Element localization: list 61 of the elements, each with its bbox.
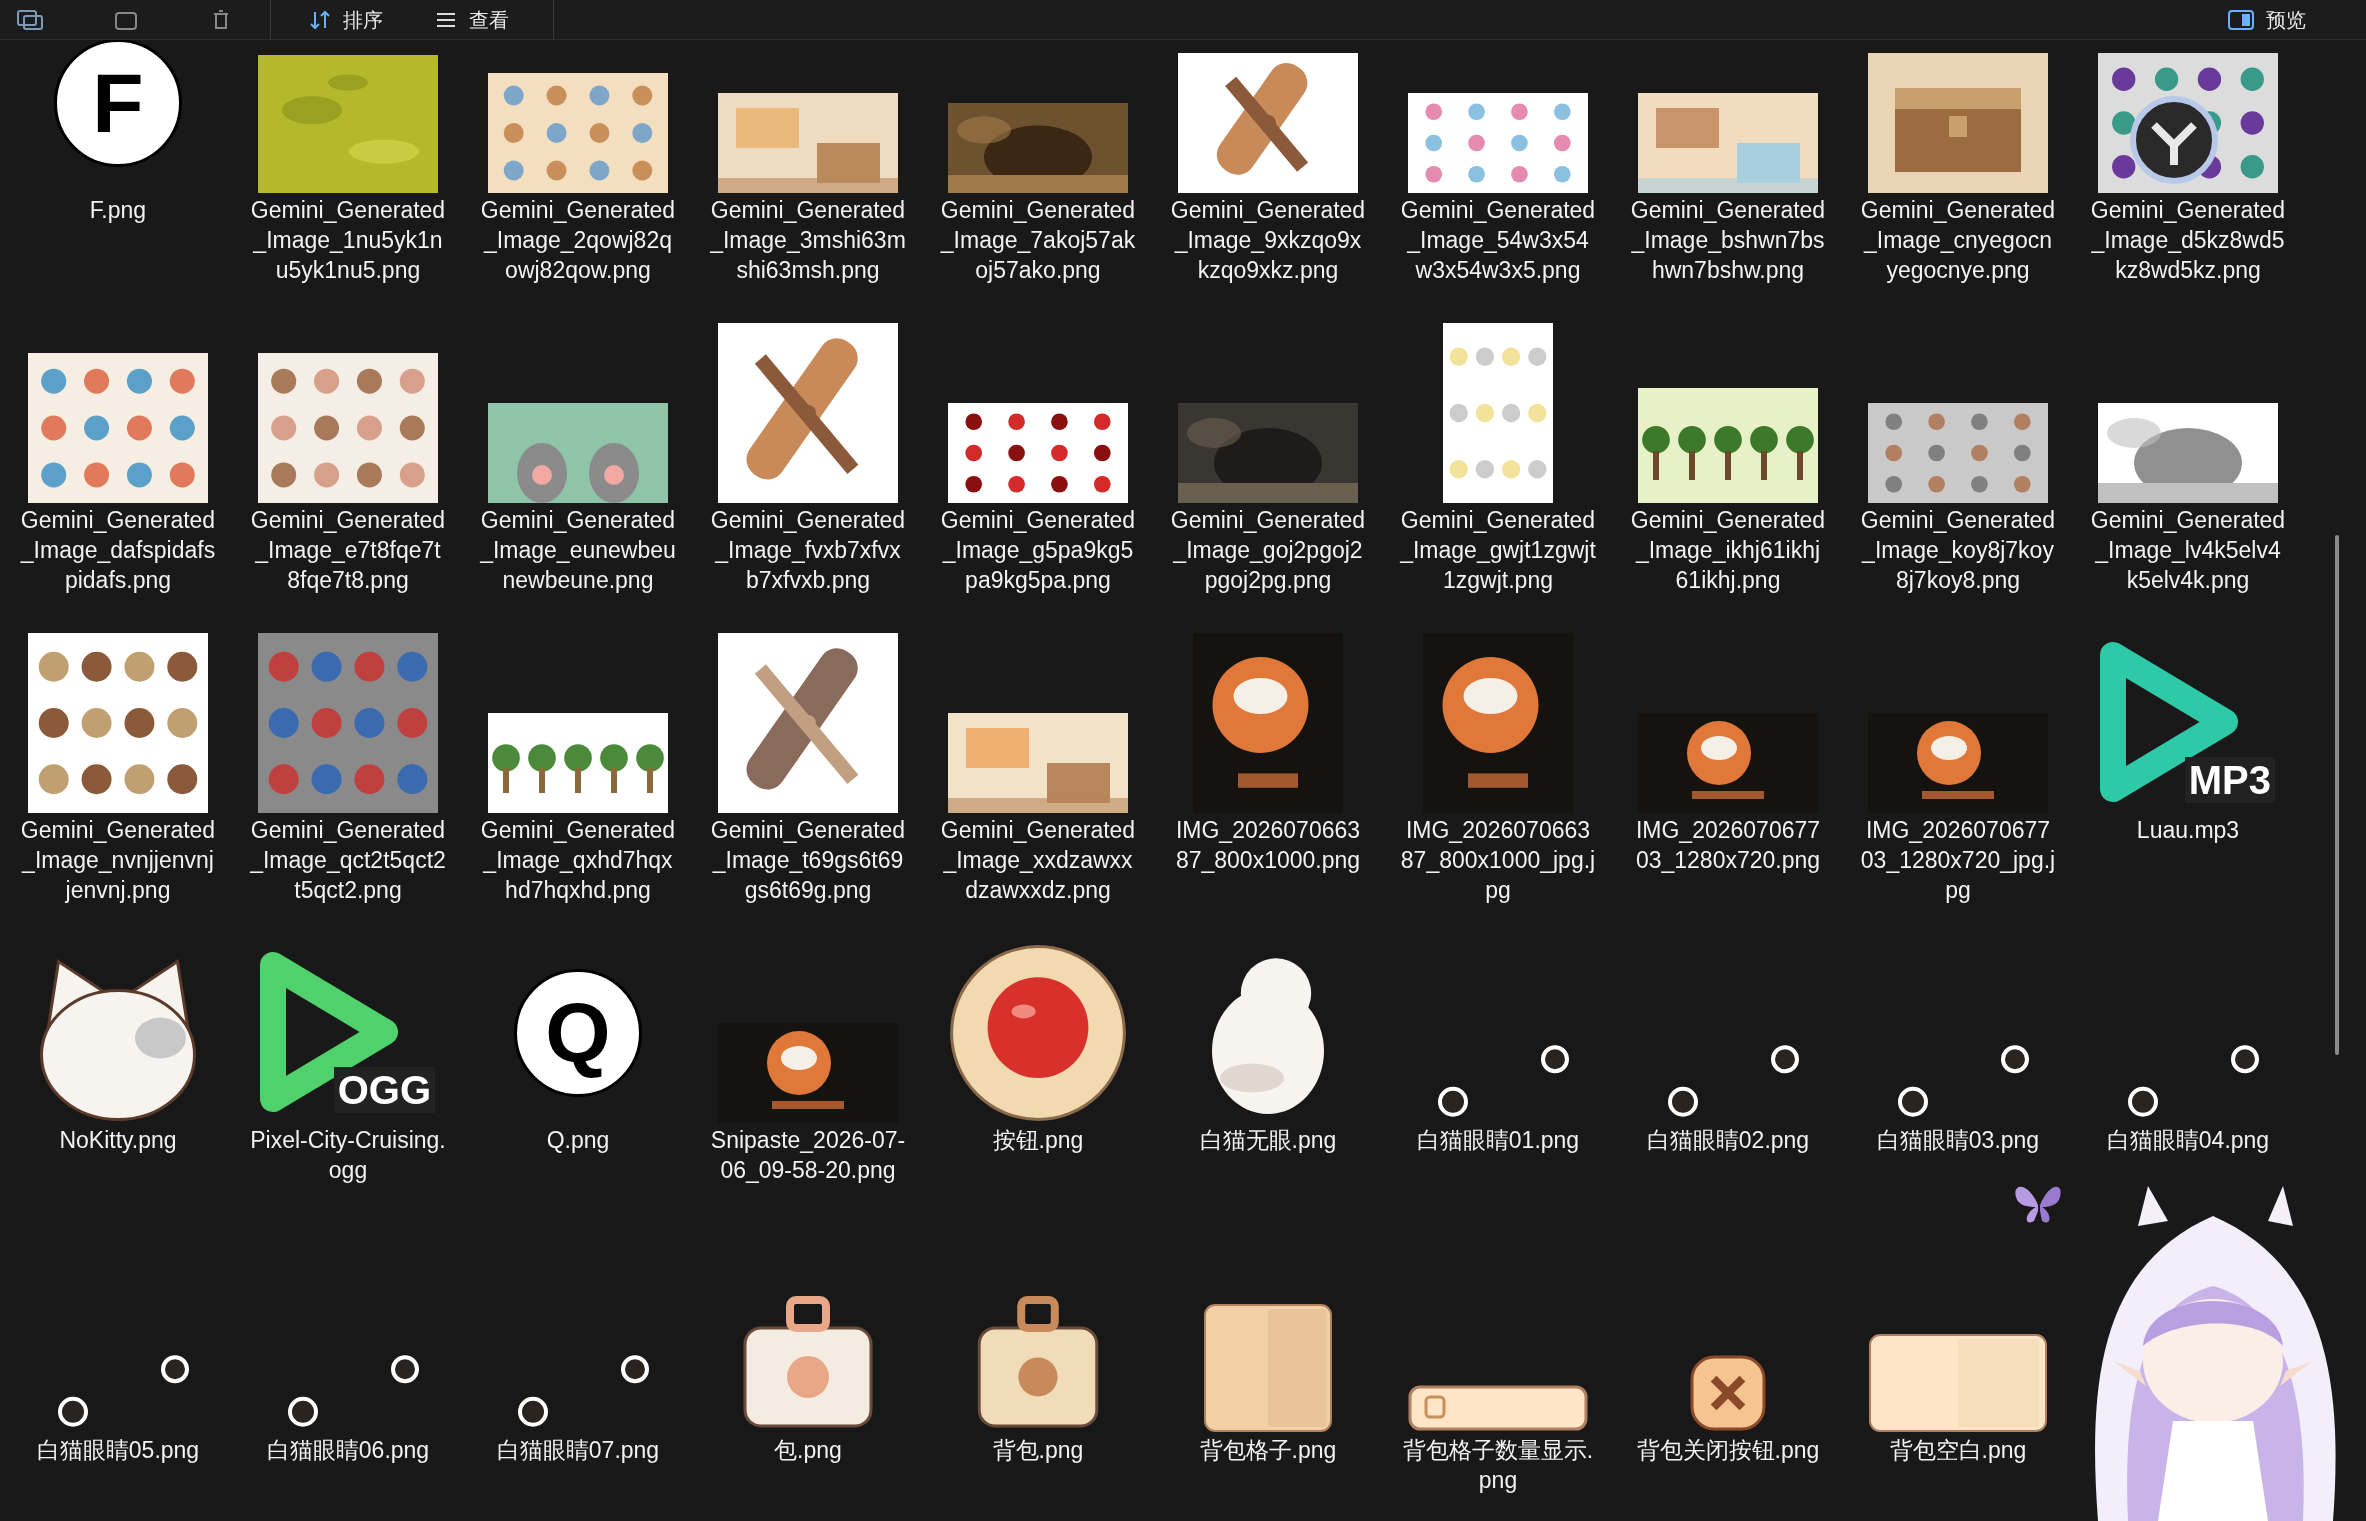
- toolbar-button[interactable]: 排序: [295, 2, 397, 37]
- file-name[interactable]: Snipaste_2026-07-06_09-58-20.png: [710, 1125, 906, 1185]
- file-name[interactable]: Gemini_Generated_Image_lv4k5elv4k5elv4k.png: [2090, 505, 2286, 595]
- file-name[interactable]: Gemini_Generated_Image_ikhj61ikhj61ikhj.png: [1630, 505, 1826, 595]
- file-name[interactable]: 白猫眼睛03.png: [1860, 1125, 2056, 1155]
- file-name[interactable]: IMG_202607067703_1280x720_jpg.jpg: [1860, 815, 2056, 905]
- file-name[interactable]: Gemini_Generated_Image_2qowj82qowj82qow.png: [480, 195, 676, 285]
- file-name[interactable]: Gemini_Generated_Image_gwjt1zgwjt1zgwjt.png: [1400, 505, 1596, 595]
- file-name[interactable]: 白猫眼睛05.png: [20, 1435, 216, 1465]
- file-name[interactable]: Gemini_Generated_Image_7akoj57akoj57ako.png: [940, 195, 1136, 285]
- file-name[interactable]: 背包.png: [940, 1435, 1136, 1465]
- file-name[interactable]: Gemini_Generated_Image_54w3x54w3x54w3x5.png: [1400, 195, 1596, 285]
- file-name[interactable]: 白猫无眼.png: [1170, 1125, 1366, 1155]
- toolbar-button[interactable]: 查看: [421, 2, 523, 37]
- file-name[interactable]: 背包空白.png: [1860, 1435, 2056, 1465]
- file-name[interactable]: Luau.mp3: [2090, 815, 2286, 845]
- file-name[interactable]: 白猫眼睛07.png: [480, 1435, 676, 1465]
- letter-thumbnail: F: [54, 40, 182, 167]
- preview-pane-icon: [2228, 9, 2254, 30]
- file-type-badge: OGG: [333, 1067, 435, 1113]
- scrollbar-thumb[interactable]: [2335, 535, 2339, 1055]
- sort-icon: [309, 8, 331, 31]
- file-type-badge: MP3: [2184, 757, 2275, 803]
- file-name[interactable]: Gemini_Generated_Image_fvxb7xfvxb7xfvxb.png: [710, 505, 906, 595]
- file-name[interactable]: Gemini_Generated_Image_t69gs6t69gs6t69g.png: [710, 815, 906, 905]
- file-name[interactable]: Gemini_Generated_Image_xxdzawxxdzawxxdz.png: [940, 815, 1136, 905]
- file-name[interactable]: 白猫眼睛04.png: [2090, 1125, 2286, 1155]
- file-name[interactable]: 包.png: [710, 1435, 906, 1465]
- file-name[interactable]: Pixel-City-Cruising.ogg: [250, 1125, 446, 1185]
- file-name[interactable]: IMG_202607067703_1280x720.png: [1630, 815, 1826, 875]
- file-name[interactable]: 背包格子.png: [1170, 1435, 1366, 1465]
- file-name[interactable]: Gemini_Generated_Image_bshwn7bshwn7bshw.png: [1630, 195, 1826, 285]
- file-name[interactable]: Gemini_Generated_Image_qxhd7hqxhd7hqxhd.png: [480, 815, 676, 905]
- file-name[interactable]: 按钮.png: [940, 1125, 1136, 1155]
- file-name[interactable]: Gemini_Generated_Image_eunewbeunewbeune.png: [480, 505, 676, 595]
- file-name[interactable]: Gemini_Generated_Image_e7t8fqe7t8fqe7t8.png: [250, 505, 446, 595]
- file-name[interactable]: Gemini_Generated_Image_cnyegocnyegocnye.png: [1860, 195, 2056, 285]
- preview-button[interactable]: 预览: [2218, 2, 2316, 37]
- file-name[interactable]: 背包关闭按钮.png: [1630, 1435, 1826, 1465]
- file-name[interactable]: 白猫眼睛02.png: [1630, 1125, 1826, 1155]
- file-name[interactable]: Gemini_Generated_Image_dafspidafspidafs.png: [20, 505, 216, 595]
- file-name[interactable]: Gemini_Generated_Image_d5kz8wd5kz8wd5kz.png: [2090, 195, 2286, 285]
- file-name[interactable]: 白猫眼睛06.png: [250, 1435, 446, 1465]
- file-name[interactable]: IMG_202607066387_800x1000.png: [1170, 815, 1366, 875]
- copy-icon[interactable]: [16, 8, 44, 31]
- file-name[interactable]: Gemini_Generated_Image_nvnjjenvnjjenvnj.png: [20, 815, 216, 905]
- file-name[interactable]: Gemini_Generated_Image_goj2pgoj2pgoj2pg.png: [1170, 505, 1366, 595]
- file-name[interactable]: 背包格子数量显示.png: [1400, 1435, 1596, 1495]
- file-name[interactable]: 白猫眼睛01.png: [1400, 1125, 1596, 1155]
- file-name[interactable]: IMG_202607066387_800x1000_jpg.jpg: [1400, 815, 1596, 905]
- file-name[interactable]: NoKitty.png: [20, 1125, 216, 1155]
- file-name[interactable]: F.png: [20, 195, 216, 225]
- letter-thumbnail: Q: [514, 969, 642, 1097]
- file-name[interactable]: Q.png: [480, 1125, 676, 1155]
- floating-widget-icon[interactable]: [2129, 95, 2219, 185]
- file-name[interactable]: Gemini_Generated_Image_qct2t5qct2t5qct2.png: [250, 815, 446, 905]
- file-name[interactable]: Gemini_Generated_Image_9xkzqo9xkzqo9xkz.png: [1170, 195, 1366, 285]
- file-name[interactable]: Gemini_Generated_Image_3mshi63mshi63msh.png: [710, 195, 906, 285]
- file-name[interactable]: Gemini_Generated_Image_1nu5yk1nu5yk1nu5.png: [250, 195, 446, 285]
- file-name[interactable]: Gemini_Generated_Image_koy8j7koy8j7koy8.png: [1860, 505, 2056, 595]
- file-name[interactable]: Gemini_Generated_Image_g5pa9kg5pa9kg5pa.png: [940, 505, 1136, 595]
